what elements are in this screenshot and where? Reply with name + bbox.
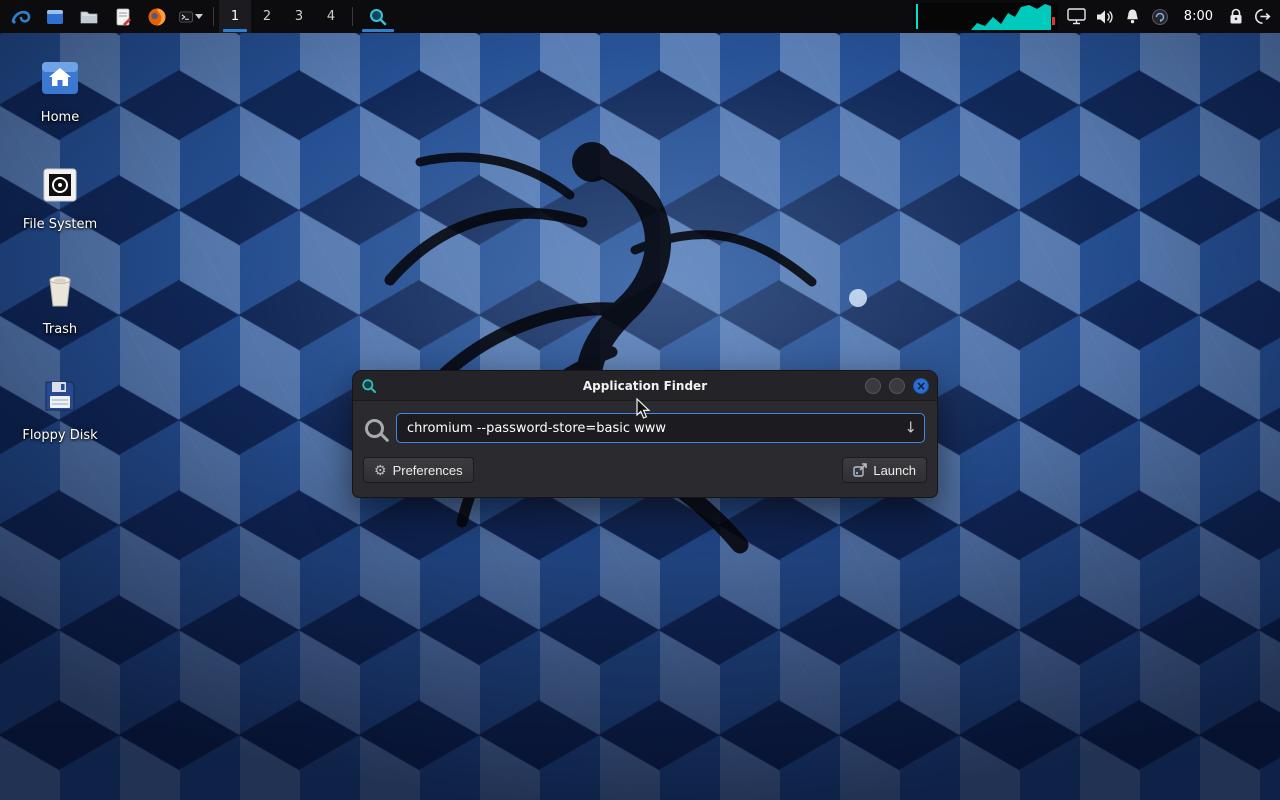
workspace-button-1[interactable]: 1 — [219, 0, 251, 33]
panel-spacer — [398, 0, 909, 33]
chevron-down-icon[interactable] — [195, 14, 203, 19]
screen-lock-tray[interactable] — [1223, 0, 1249, 33]
document-icon — [116, 8, 131, 26]
updates-tray[interactable] — [1146, 0, 1174, 33]
trash-icon — [38, 268, 82, 314]
workspace-button-3[interactable]: 3 — [283, 0, 315, 33]
speaker-icon — [1096, 10, 1113, 23]
terminal-launcher[interactable] — [174, 0, 208, 33]
desktop-icon-label: File System — [22, 217, 98, 232]
search-icon — [370, 8, 387, 25]
application-finder-icon — [362, 378, 376, 393]
volume-tray[interactable] — [1091, 0, 1119, 33]
file-system-icon — [38, 163, 82, 209]
update-orb-icon — [1151, 8, 1168, 25]
logout-icon — [1255, 9, 1271, 24]
panel-separator — [352, 7, 353, 26]
desktop-icon-label: Floppy Disk — [22, 428, 98, 443]
file-manager-launcher[interactable] — [72, 0, 106, 33]
text-editor-launcher[interactable] — [106, 0, 140, 33]
launch-label: Launch — [873, 462, 916, 478]
preferences-button[interactable]: ⚙ Preferences — [363, 457, 474, 483]
desktop-icon-label: Trash — [42, 322, 78, 337]
terminal-icon — [179, 11, 193, 22]
taskbar-application-finder[interactable] — [358, 0, 398, 33]
desktop-icon-floppy-disk[interactable]: Floppy Disk — [16, 374, 104, 443]
display-settings-tray[interactable] — [1062, 0, 1091, 33]
workspace-button-2[interactable]: 2 — [251, 0, 283, 33]
notifications-tray[interactable] — [1119, 0, 1146, 33]
window-icon — [47, 9, 63, 24]
folder-icon — [80, 11, 98, 23]
firefox-launcher[interactable] — [140, 0, 174, 33]
floppy-disk-icon — [38, 374, 82, 420]
close-button[interactable]: × — [913, 377, 929, 394]
desktop-icon-file-system[interactable]: File System — [16, 163, 104, 232]
gear-icon: ⚙ — [374, 462, 387, 478]
workspace-button-4[interactable]: 4 — [315, 0, 347, 33]
launch-icon — [853, 463, 868, 477]
kali-logo-icon — [11, 10, 31, 24]
cpu-graph-plot — [912, 3, 1058, 30]
launch-button[interactable]: Launch — [842, 457, 927, 483]
logout-tray[interactable] — [1249, 0, 1276, 33]
home-icon — [38, 56, 82, 102]
firefox-icon — [148, 8, 166, 25]
clock[interactable]: 8:00 — [1174, 0, 1223, 33]
files-launcher[interactable] — [38, 0, 72, 33]
kali-menu-button[interactable] — [4, 0, 38, 33]
command-input[interactable] — [396, 413, 925, 443]
kali-dragon-silhouette — [384, 142, 867, 554]
search-icon — [365, 418, 384, 438]
maximize-button[interactable] — [889, 377, 905, 394]
display-icon — [1067, 8, 1086, 25]
cpu-graph[interactable] — [909, 0, 1062, 33]
minimize-button[interactable] — [865, 377, 881, 394]
bell-icon — [1126, 9, 1138, 24]
preferences-label: Preferences — [392, 462, 463, 478]
titlebar[interactable]: Application Finder × — [353, 371, 937, 401]
lock-icon — [1230, 8, 1242, 24]
desktop-icon-home[interactable]: Home — [16, 56, 104, 125]
top-panel: 1 2 3 4 8:00 — [0, 0, 1280, 33]
panel-separator — [213, 7, 214, 26]
desktop-icon-label: Home — [40, 110, 80, 125]
window-title: Application Finder — [582, 378, 708, 393]
desktop-icon-trash[interactable]: Trash — [16, 268, 104, 337]
application-finder-window: Application Finder × ↓ ⚙ Preferences Lau… — [352, 370, 938, 498]
